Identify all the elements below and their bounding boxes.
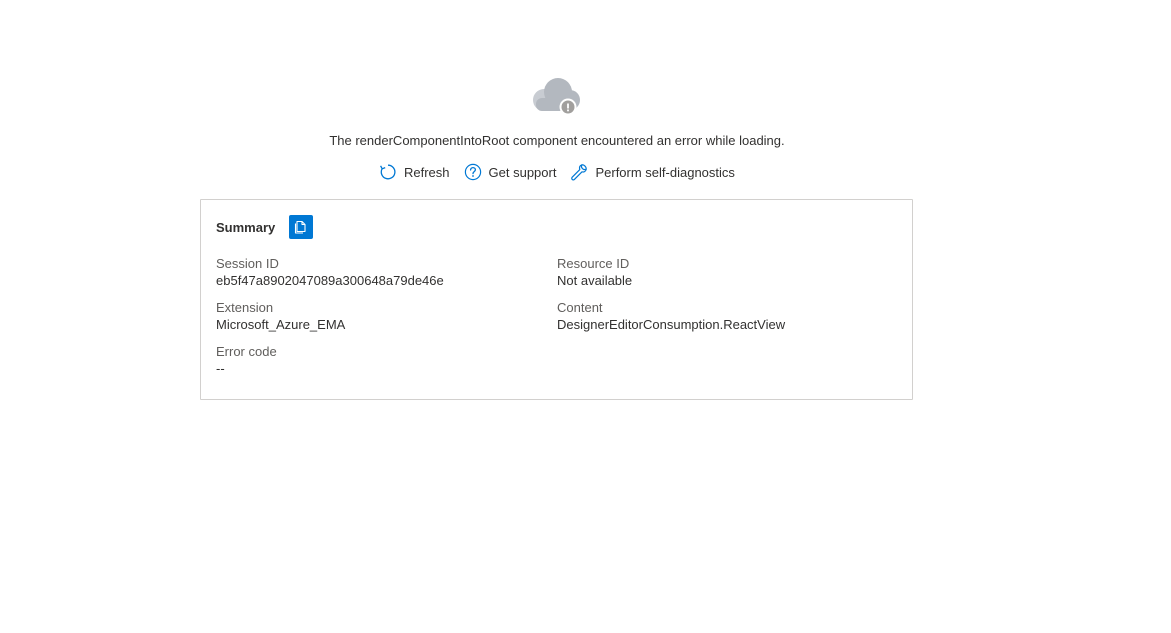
error-page: The renderComponentIntoRoot component en… <box>0 0 1171 633</box>
refresh-button[interactable]: Refresh <box>379 163 450 181</box>
error-message: The renderComponentIntoRoot component en… <box>329 133 785 148</box>
error-code-field: Error code -- <box>216 343 277 377</box>
summary-title: Summary <box>216 219 276 235</box>
resource-id-label: Resource ID <box>557 256 630 271</box>
content-value: DesignerEditorConsumption.ReactView <box>557 317 786 332</box>
error-code-value: -- <box>216 361 225 376</box>
get-support-button[interactable]: Get support <box>464 163 557 181</box>
session-id-label: Session ID <box>216 256 279 271</box>
content-field: Content DesignerEditorConsumption.ReactV… <box>557 299 785 333</box>
session-id-value: eb5f47a8902047089a300648a79de46e <box>216 273 444 288</box>
get-support-label: Get support <box>488 164 557 180</box>
extension-value: Microsoft_Azure_EMA <box>216 317 346 332</box>
resource-id-value: Not available <box>557 273 633 288</box>
refresh-label: Refresh <box>404 164 450 180</box>
summary-panel: Summary Session ID eb5f47a8902047089a300… <box>200 199 913 400</box>
action-bar: Refresh Get support Perform self-diagnos… <box>379 161 749 183</box>
self-diagnostics-button[interactable]: Perform self-diagnostics <box>570 163 735 181</box>
self-diagnostics-label: Perform self-diagnostics <box>595 164 735 180</box>
content-label: Content <box>557 300 603 315</box>
resource-id-field: Resource ID Not available <box>557 255 632 289</box>
cloud-error-icon <box>533 78 580 116</box>
error-code-label: Error code <box>216 344 277 359</box>
session-id-field: Session ID eb5f47a8902047089a300648a79de… <box>216 255 444 289</box>
copy-icon <box>295 220 306 234</box>
refresh-icon <box>379 163 397 181</box>
extension-field: Extension Microsoft_Azure_EMA <box>216 299 345 333</box>
extension-label: Extension <box>216 300 274 315</box>
question-circle-icon <box>464 163 482 181</box>
copy-button[interactable] <box>289 215 314 239</box>
summary-header: Summary <box>216 215 314 239</box>
wrench-icon <box>570 163 588 181</box>
